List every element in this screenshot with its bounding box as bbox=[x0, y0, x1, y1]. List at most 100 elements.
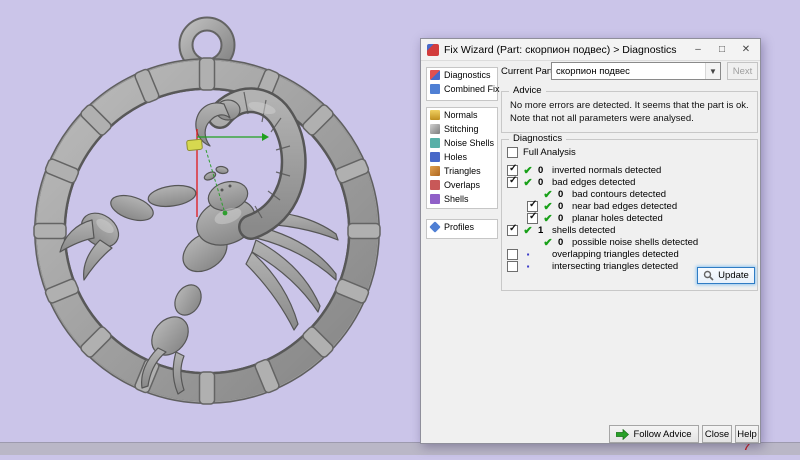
error-count: 0 bbox=[558, 213, 568, 224]
diagnostic-row-noise-shells: ✔ 0 possible noise shells detected bbox=[527, 236, 698, 248]
dialog-titlebar[interactable]: Fix Wizard (Part: скорпион подвес) > Dia… bbox=[421, 39, 760, 61]
overlaps-icon bbox=[430, 180, 440, 190]
row-checkbox[interactable] bbox=[507, 249, 518, 260]
diagnostic-row-shells: ✔ 1 shells detected bbox=[507, 224, 615, 236]
row-checkbox[interactable] bbox=[507, 225, 518, 236]
sidebar-item-label: Holes bbox=[444, 152, 467, 162]
row-label: bad edges detected bbox=[552, 177, 635, 188]
sidebar-item-combined-fix[interactable]: Combined Fix bbox=[427, 82, 497, 96]
green-arrow-icon bbox=[616, 429, 629, 440]
dot-icon: ▪ bbox=[522, 262, 534, 271]
row-label: planar holes detected bbox=[572, 213, 663, 224]
update-label: Update bbox=[718, 270, 749, 281]
fix-wizard-dialog: Fix Wizard (Part: скорпион подвес) > Dia… bbox=[420, 38, 761, 444]
full-analysis-label: Full Analysis bbox=[523, 147, 576, 158]
check-icon: ✔ bbox=[542, 212, 554, 225]
sidebar-item-triangles[interactable]: Triangles bbox=[427, 164, 497, 178]
advice-title: Advice bbox=[509, 85, 546, 96]
profiles-icon bbox=[429, 221, 440, 232]
sidebar-item-profiles[interactable]: Profiles bbox=[427, 220, 497, 234]
current-part-value: скорпион подвес bbox=[552, 66, 705, 77]
maximize-button[interactable]: □ bbox=[710, 40, 734, 60]
sidebar-item-label: Triangles bbox=[444, 166, 481, 176]
magnifier-icon bbox=[703, 270, 714, 281]
error-count: 1 bbox=[538, 225, 548, 236]
normals-icon bbox=[430, 110, 440, 120]
noise-shells-icon bbox=[430, 138, 440, 148]
stitching-icon bbox=[430, 124, 440, 134]
sidebar-item-label: Diagnostics bbox=[444, 70, 491, 80]
current-part-select[interactable]: скорпион подвес ▼ bbox=[551, 62, 721, 80]
diagnostics-title: Diagnostics bbox=[509, 133, 566, 144]
check-icon: ✔ bbox=[542, 236, 554, 249]
combined-fix-icon bbox=[430, 84, 440, 94]
3d-viewport[interactable] bbox=[0, 0, 420, 455]
diagnostic-row-planar-holes: ✔ 0 planar holes detected bbox=[527, 212, 663, 224]
sidebar-item-label: Profiles bbox=[444, 222, 474, 232]
minimize-button[interactable]: – bbox=[686, 40, 710, 60]
error-count: 0 bbox=[558, 201, 568, 212]
sidebar-item-label: Normals bbox=[444, 110, 478, 120]
sidebar-item-label: Overlaps bbox=[444, 180, 480, 190]
triangles-icon bbox=[430, 166, 440, 176]
error-count: 0 bbox=[538, 177, 548, 188]
row-checkbox[interactable] bbox=[507, 261, 518, 272]
diagnostic-row-inverted-normals: ✔ 0 inverted normals detected bbox=[507, 164, 661, 176]
sidebar-item-label: Shells bbox=[444, 194, 469, 204]
dialog-title: Fix Wizard (Part: скорпион подвес) > Dia… bbox=[444, 44, 677, 56]
full-analysis-row: Full Analysis bbox=[507, 147, 576, 158]
diagnostic-row-near-bad-edges: ✔ 0 near bad edges detected bbox=[527, 200, 677, 212]
diagnostic-row-bad-edges: ✔ 0 bad edges detected bbox=[507, 176, 635, 188]
follow-advice-button[interactable]: Follow Advice bbox=[609, 425, 699, 443]
current-part-label: Current Part: bbox=[501, 66, 555, 77]
sidebar-item-normals[interactable]: Normals bbox=[427, 108, 497, 122]
row-label: intersecting triangles detected bbox=[552, 261, 678, 272]
advice-text: No more errors are detected. It seems th… bbox=[502, 92, 757, 126]
axis-widget[interactable] bbox=[187, 139, 203, 151]
row-checkbox[interactable] bbox=[507, 177, 518, 188]
check-icon: ✔ bbox=[522, 176, 534, 189]
diagnostics-icon bbox=[430, 70, 440, 80]
sidebar-item-stitching[interactable]: Stitching bbox=[427, 122, 497, 136]
row-label: near bad edges detected bbox=[572, 201, 677, 212]
chevron-down-icon: ▼ bbox=[705, 63, 720, 79]
error-count: 0 bbox=[558, 237, 568, 248]
sidebar-item-overlaps[interactable]: Overlaps bbox=[427, 178, 497, 192]
row-label: possible noise shells detected bbox=[572, 237, 698, 248]
dot-icon: ▪ bbox=[522, 250, 534, 259]
row-checkbox[interactable] bbox=[507, 165, 518, 176]
holes-icon bbox=[430, 152, 440, 162]
sidebar-item-label: Noise Shells bbox=[444, 138, 494, 148]
sidebar-group-profiles: Profiles bbox=[426, 219, 498, 239]
row-label: shells detected bbox=[552, 225, 615, 236]
sidebar-item-label: Stitching bbox=[444, 124, 479, 134]
close-button[interactable]: Close bbox=[702, 425, 732, 443]
help-button[interactable]: Help bbox=[735, 425, 759, 443]
sidebar-item-noise-shells[interactable]: Noise Shells bbox=[427, 136, 497, 150]
update-button[interactable]: Update bbox=[697, 267, 755, 284]
desktop: { "viewport": { "axis_indicator": "7", "… bbox=[0, 0, 800, 455]
diagnostic-row-overlapping-triangles: ▪ overlapping triangles detected bbox=[507, 248, 679, 260]
pendant-model[interactable] bbox=[34, 24, 380, 404]
sidebar-item-diagnostics[interactable]: Diagnostics bbox=[427, 68, 497, 82]
sidebar-group-wizard: Diagnostics Combined Fix bbox=[426, 67, 498, 101]
check-icon: ✔ bbox=[522, 224, 534, 237]
row-checkbox[interactable] bbox=[527, 213, 538, 224]
row-checkbox[interactable] bbox=[527, 201, 538, 212]
full-analysis-checkbox[interactable] bbox=[507, 147, 518, 158]
diagnostic-row-bad-contours: ✔ 0 bad contours detected bbox=[527, 188, 666, 200]
follow-advice-label: Follow Advice bbox=[633, 429, 691, 440]
sidebar-group-tools: Normals Stitching Noise Shells Holes Tri… bbox=[426, 107, 498, 209]
shells-icon bbox=[430, 194, 440, 204]
next-button[interactable]: Next bbox=[727, 62, 758, 80]
fix-wizard-icon bbox=[427, 44, 439, 56]
advice-group: Advice No more errors are detected. It s… bbox=[501, 91, 758, 133]
sidebar-item-shells[interactable]: Shells bbox=[427, 192, 497, 206]
viewport-canvas[interactable] bbox=[0, 0, 420, 455]
row-label: bad contours detected bbox=[572, 189, 666, 200]
sidebar-item-holes[interactable]: Holes bbox=[427, 150, 497, 164]
diagnostic-row-intersecting-triangles: ▪ intersecting triangles detected bbox=[507, 260, 678, 272]
close-icon[interactable]: ✕ bbox=[734, 40, 758, 60]
error-count: 0 bbox=[538, 165, 548, 176]
row-label: overlapping triangles detected bbox=[552, 249, 679, 260]
